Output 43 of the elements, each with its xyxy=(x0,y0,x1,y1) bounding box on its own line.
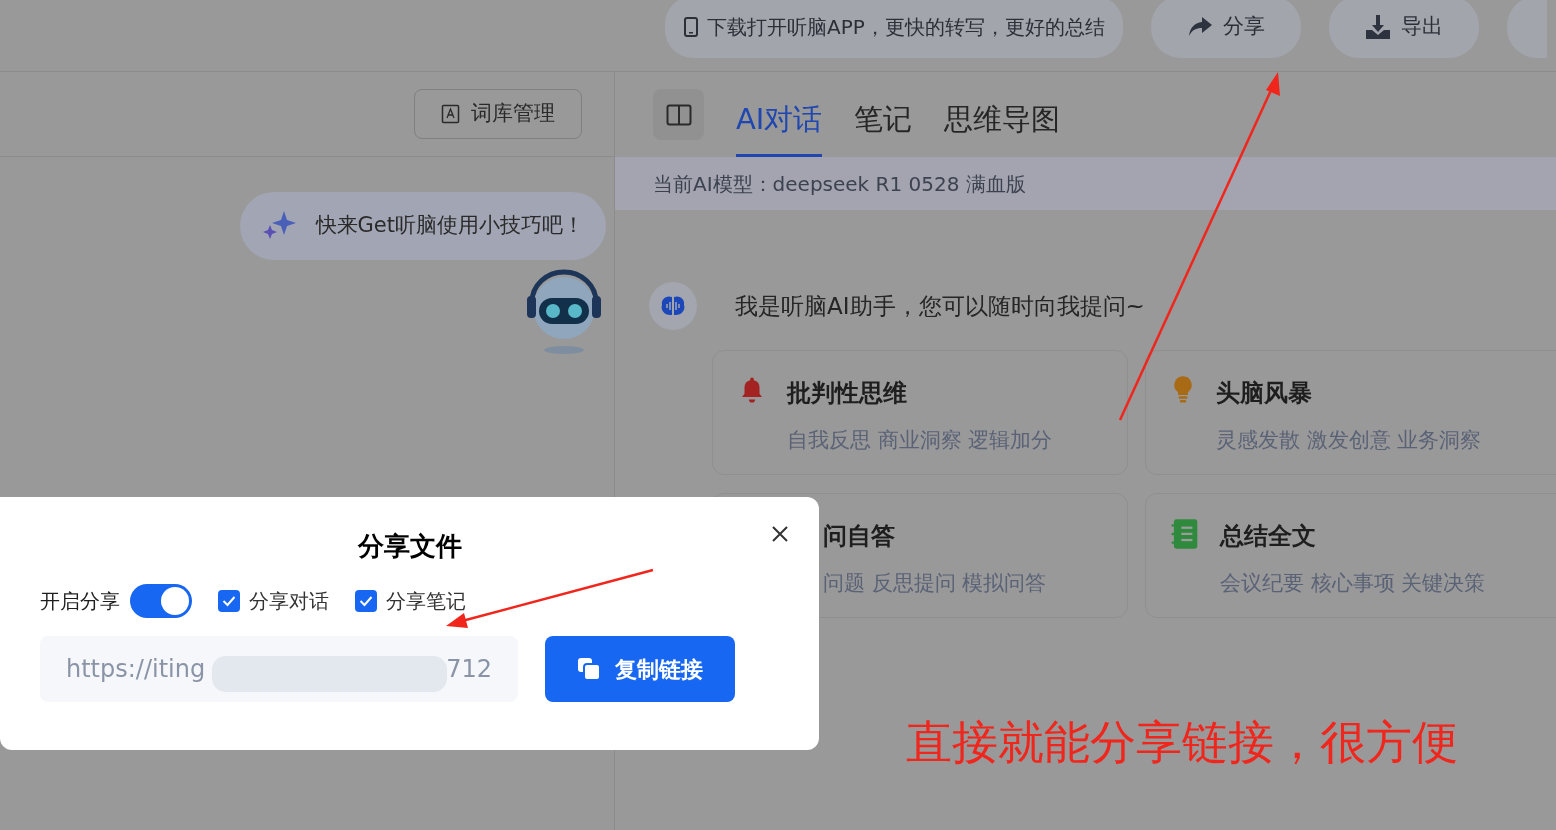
card-subtitle: 自我反思 商业洞察 逻辑加分 xyxy=(787,427,1053,454)
close-icon[interactable] xyxy=(771,525,789,543)
tab[interactable]: 思维导图 xyxy=(944,72,1061,157)
sparkle-icon xyxy=(261,211,298,241)
sidebar-toggle-button[interactable] xyxy=(653,89,704,140)
tip-bubble[interactable]: 快来Get听脑使用小技巧吧！ xyxy=(239,192,606,260)
checkmark-icon xyxy=(222,595,236,607)
card-subtitle: 问题 反思提问 模拟问答 xyxy=(823,570,1047,597)
export-button[interactable]: 导出 xyxy=(1328,0,1479,58)
split-panel-icon xyxy=(665,103,692,126)
checkbox-label: 分享对话 xyxy=(249,588,329,615)
card-subtitle: 灵感发散 激发创意 业务洞察 xyxy=(1216,427,1482,454)
card-title: 头脑风暴 xyxy=(1216,378,1313,409)
prompt-card[interactable]: 总结全文 会议纪要 核心事项 关键决策 xyxy=(1145,493,1556,618)
share-arrow-icon xyxy=(1186,15,1213,38)
assistant-greeting: 我是听脑AI助手，您可以随时向我提问~ xyxy=(735,291,1145,321)
prompt-card[interactable]: 头脑风暴 灵感发散 激发创意 业务洞察 xyxy=(1145,350,1556,475)
annotation-text: 直接就能分享链接，很方便 xyxy=(906,714,1458,771)
card-title: 批判性思维 xyxy=(787,378,908,409)
checkbox[interactable] xyxy=(218,590,240,612)
toggle-label: 开启分享 xyxy=(40,588,120,615)
prompt-card[interactable]: 批判性思维 自我反思 商业洞察 逻辑加分 xyxy=(712,350,1128,475)
notebook-icon xyxy=(1170,518,1200,550)
checkbox-label: 分享笔记 xyxy=(386,588,466,615)
copy-link-button[interactable]: 复制链接 xyxy=(545,636,735,702)
link-field[interactable]: https://iting 712 xyxy=(40,636,518,702)
lexicon-button[interactable]: 词库管理 xyxy=(414,89,582,139)
dictionary-icon xyxy=(441,104,461,124)
card-title: 问自答 xyxy=(823,521,896,552)
dialog-title: 分享文件 xyxy=(357,530,462,563)
share-button[interactable]: 分享 xyxy=(1150,0,1301,58)
brain-icon xyxy=(660,295,686,317)
checkbox[interactable] xyxy=(355,590,377,612)
share-switch[interactable] xyxy=(130,584,192,618)
download-icon xyxy=(1364,13,1391,40)
card-title: 总结全文 xyxy=(1220,521,1317,552)
tab[interactable]: 笔记 xyxy=(854,72,913,157)
phone-icon xyxy=(683,16,699,37)
download-banner[interactable]: 下载打开听脑APP，更快的转写，更好的总结 xyxy=(665,0,1123,58)
copy-icon xyxy=(577,657,601,681)
card-subtitle: 会议纪要 核心事项 关键决策 xyxy=(1220,570,1486,597)
model-bar: 当前AI模型：deepseek R1 0528 满血版 xyxy=(615,157,1556,210)
checkmark-icon xyxy=(359,595,373,607)
